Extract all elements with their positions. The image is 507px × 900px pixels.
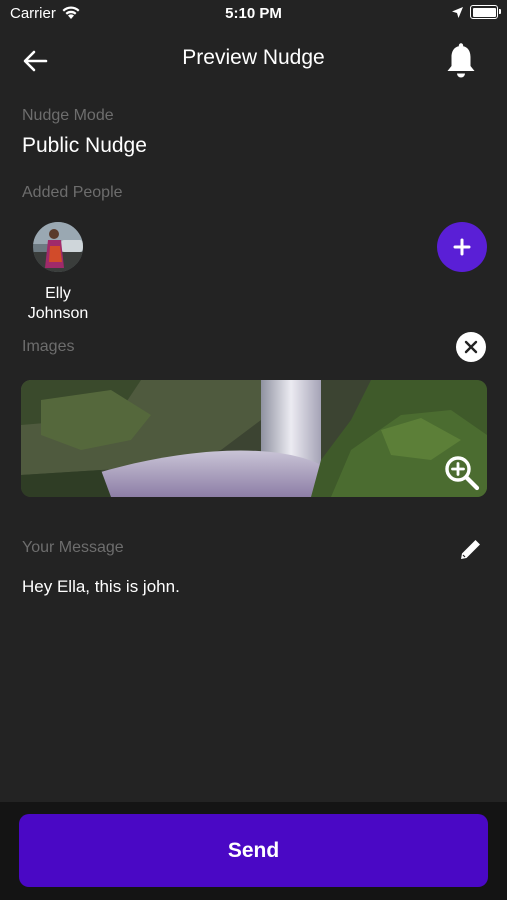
- bell-icon: [447, 43, 475, 78]
- add-person-button[interactable]: [437, 222, 487, 272]
- navigation-bar: Preview Nudge: [0, 36, 507, 86]
- person-first-name: Elly: [45, 285, 71, 302]
- avatar[interactable]: [33, 222, 83, 272]
- zoom-in-icon: [445, 456, 480, 491]
- plus-icon: [453, 238, 471, 256]
- message-label: Your Message: [22, 539, 124, 556]
- close-icon: [464, 340, 478, 354]
- clear-images-button[interactable]: [456, 332, 486, 362]
- person-last-name: Johnson: [27, 305, 89, 322]
- edit-message-button[interactable]: [457, 535, 485, 563]
- message-text: Hey Ella, this is john.: [22, 577, 180, 596]
- nudge-mode-value: Public Nudge: [22, 134, 147, 157]
- waterfall-image: [21, 380, 487, 497]
- notifications-button[interactable]: [444, 42, 478, 80]
- battery-icon: [470, 5, 501, 19]
- nudge-mode-label: Nudge Mode: [22, 107, 114, 124]
- pencil-icon: [461, 540, 480, 559]
- image-preview[interactable]: [21, 380, 487, 497]
- page-title: Preview Nudge: [182, 46, 325, 69]
- status-bar: Carrier 5:10 PM: [0, 0, 507, 28]
- images-label: Images: [22, 338, 75, 355]
- added-people-label: Added People: [22, 184, 123, 201]
- clock: 5:10 PM: [225, 5, 282, 22]
- send-button[interactable]: Send: [19, 814, 488, 887]
- location-arrow-icon: [451, 6, 464, 24]
- zoom-image-button[interactable]: [442, 453, 482, 493]
- person-name: Elly Johnson: [18, 284, 98, 324]
